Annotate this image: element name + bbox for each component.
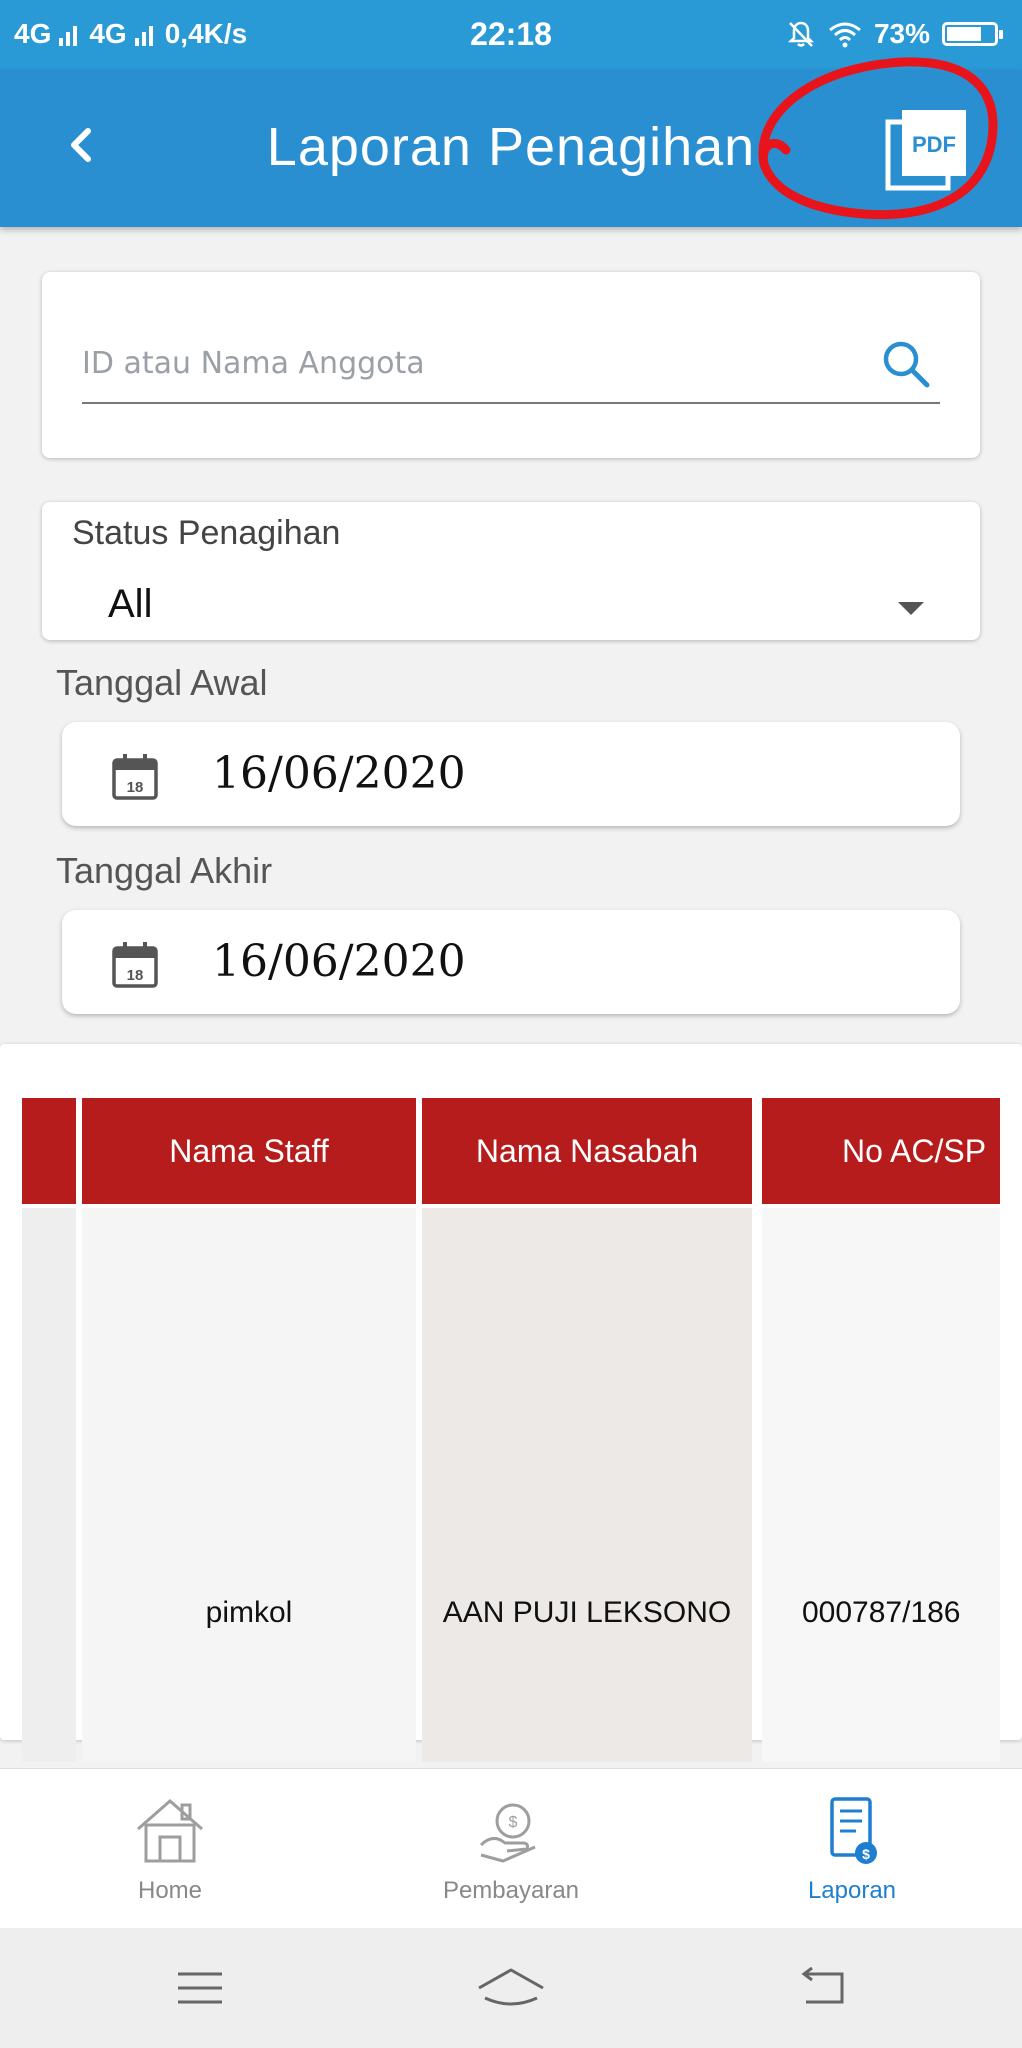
nav-report-label: Laporan: [807, 1877, 897, 1904]
status-label: Status Penagihan: [72, 514, 341, 552]
nav-home-label: Home: [137, 1877, 203, 1904]
table-header-staff: Nama Staff: [82, 1098, 416, 1204]
svg-text:$: $: [862, 1846, 870, 1862]
calendar-day: 18: [127, 967, 144, 984]
status-bar: 4G 4G 0,4K/s 22:18 73%: [0, 0, 1022, 70]
battery-percent: 73%: [873, 18, 930, 49]
search-icon[interactable]: [878, 336, 934, 392]
search-card: ID atau Nama Anggota: [42, 272, 980, 458]
back-button-icon[interactable]: [782, 1958, 862, 2018]
wifi-icon: [829, 22, 861, 48]
start-date-value: 16/06/2020: [212, 748, 466, 799]
dropdown-arrow-icon: [898, 602, 924, 615]
calendar-day: 18: [127, 779, 144, 796]
table-column-partial: [22, 1098, 76, 1762]
start-date-label: Tanggal Awal: [56, 662, 268, 703]
table-column-staff: Nama Staff pimkol: [82, 1098, 416, 1762]
page-title: Laporan Penagihan: [266, 117, 756, 177]
table-cell: [422, 1208, 752, 1762]
bottom-navigation: Home $ Pembayaran $ Laporan: [0, 1768, 1022, 1929]
nav-home[interactable]: Home: [0, 1769, 340, 1929]
app-bar: Laporan Penagihan PDF: [0, 70, 1022, 227]
table-column-account: No AC/SP 000787/186: [762, 1098, 1000, 1762]
nav-report[interactable]: $ Laporan: [682, 1769, 1022, 1929]
bell-muted-icon: [787, 21, 814, 47]
payment-icon: $: [479, 1803, 536, 1863]
svg-text:$: $: [509, 1814, 518, 1831]
nav-payment[interactable]: $ Pembayaran: [341, 1769, 681, 1929]
report-icon: $: [830, 1797, 877, 1864]
table-cell: [762, 1208, 1000, 1762]
battery-icon: [942, 22, 1003, 46]
table-column-customer: Nama Nasabah AAN PUJI LEKSONO: [422, 1098, 752, 1762]
report-table-card: Nama Staff pimkol Nama Nasabah AAN PUJI …: [0, 1044, 1022, 1762]
end-date-label: Tanggal Akhir: [56, 850, 273, 891]
table-cell: [82, 1208, 416, 1762]
calendar-icon: 18: [112, 754, 158, 800]
pdf-export-icon[interactable]: PDF: [884, 108, 970, 194]
status-dropdown[interactable]: Status Penagihan All: [42, 502, 980, 640]
status-selected-value: All: [108, 582, 153, 626]
nav-payment-label: Pembayaran: [442, 1877, 580, 1904]
table-header-customer: Nama Nasabah: [422, 1098, 752, 1204]
pdf-label: PDF: [912, 132, 956, 157]
home-icon: [137, 1799, 203, 1863]
home-button-icon[interactable]: [471, 1958, 551, 2018]
table-cell: [22, 1208, 76, 1762]
end-date-field[interactable]: 18 16/06/2020: [62, 910, 960, 1014]
start-date-field[interactable]: 18 16/06/2020: [62, 722, 960, 826]
system-navigation-bar: [0, 1928, 1022, 2048]
cell-customer-name: AAN PUJI LEKSONO: [442, 1596, 732, 1629]
table-header-cell: [22, 1098, 76, 1204]
cell-staff-name: pimkol: [205, 1596, 293, 1629]
cell-account-number: 000787/186: [802, 1596, 961, 1629]
search-underline: [82, 402, 940, 404]
menu-icon[interactable]: [160, 1958, 240, 2018]
end-date-value: 16/06/2020: [212, 936, 466, 987]
status-bar-right: 73%: [786, 18, 1003, 50]
calendar-icon: 18: [112, 942, 158, 988]
report-table[interactable]: Nama Staff pimkol Nama Nasabah AAN PUJI …: [22, 1098, 1000, 1762]
search-input[interactable]: ID atau Nama Anggota: [82, 346, 425, 381]
table-header-account: No AC/SP: [762, 1098, 1000, 1204]
